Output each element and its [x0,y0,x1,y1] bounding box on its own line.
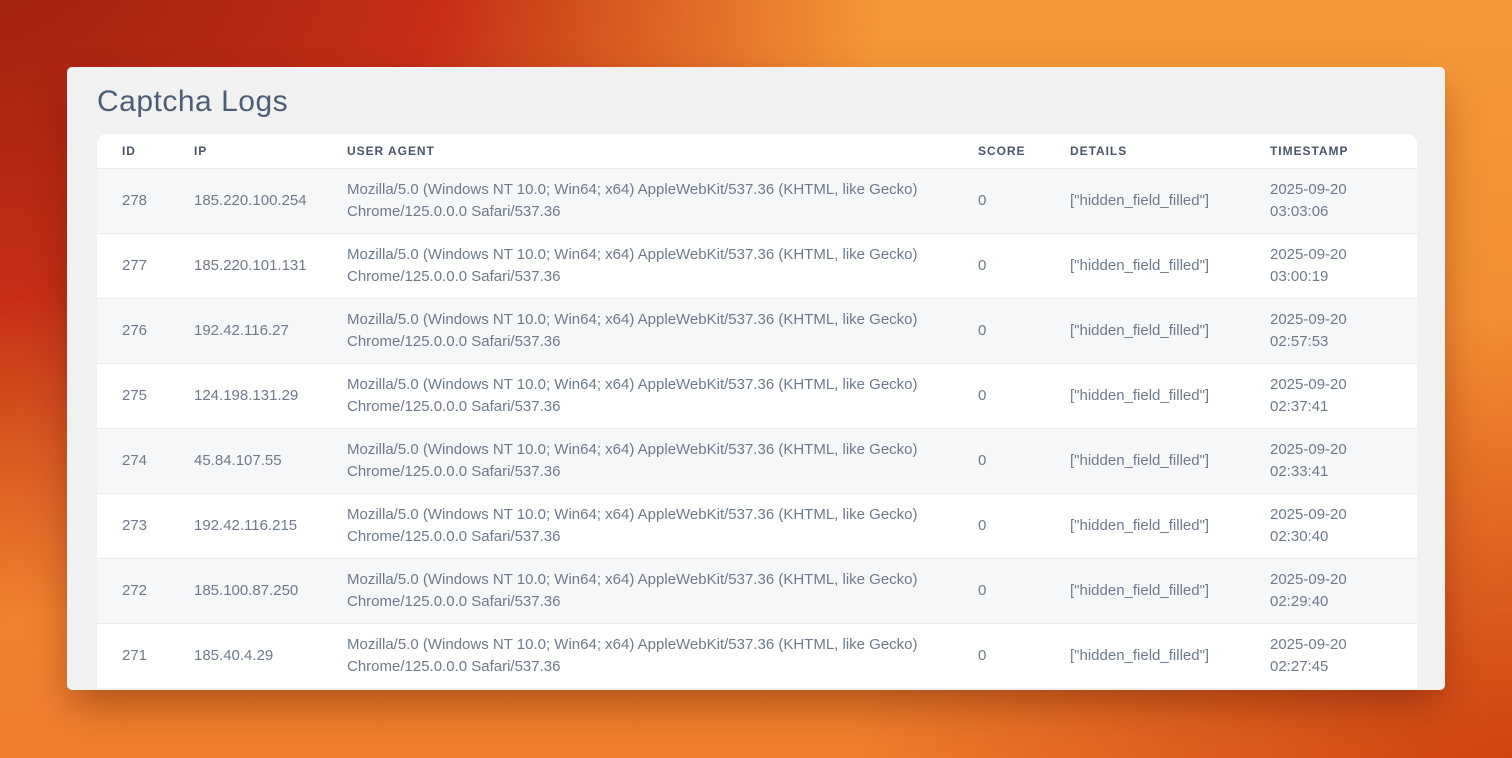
cell-user_agent: Mozilla/5.0 (Windows NT 10.0; Win64; x64… [347,234,978,299]
cell-timestamp: 2025-09-20 02:27:45 [1270,624,1417,689]
cell-ip: 185.220.100.254 [194,169,347,234]
column-header-user_agent: USER AGENT [347,134,978,169]
cell-timestamp: 2025-09-20 02:30:40 [1270,494,1417,559]
table-body: 278185.220.100.254Mozilla/5.0 (Windows N… [97,169,1417,689]
cell-score: 0 [978,429,1070,494]
cell-user_agent: Mozilla/5.0 (Windows NT 10.0; Win64; x64… [347,494,978,559]
captcha-logs-card: Captcha Logs IDIPUSER AGENTSCOREDETAILST… [67,67,1445,690]
cell-ip: 45.84.107.55 [194,429,347,494]
column-header-score: SCORE [978,134,1070,169]
table-header-row: IDIPUSER AGENTSCOREDETAILSTIMESTAMP [97,134,1417,169]
cell-score: 0 [978,624,1070,689]
table-row: 276192.42.116.27Mozilla/5.0 (Windows NT … [97,299,1417,364]
cell-ip: 185.220.101.131 [194,234,347,299]
cell-timestamp: 2025-09-20 02:33:41 [1270,429,1417,494]
cell-id: 273 [97,494,194,559]
cell-user_agent: Mozilla/5.0 (Windows NT 10.0; Win64; x64… [347,624,978,689]
cell-details: ["hidden_field_filled"] [1070,169,1270,234]
cell-ip: 192.42.116.27 [194,299,347,364]
cell-details: ["hidden_field_filled"] [1070,429,1270,494]
table-row: 278185.220.100.254Mozilla/5.0 (Windows N… [97,169,1417,234]
cell-user_agent: Mozilla/5.0 (Windows NT 10.0; Win64; x64… [347,299,978,364]
cell-id: 278 [97,169,194,234]
cell-score: 0 [978,169,1070,234]
cell-ip: 185.40.4.29 [194,624,347,689]
cell-details: ["hidden_field_filled"] [1070,624,1270,689]
logs-table-container: IDIPUSER AGENTSCOREDETAILSTIMESTAMP 2781… [97,134,1417,688]
cell-score: 0 [978,494,1070,559]
cell-details: ["hidden_field_filled"] [1070,559,1270,624]
cell-id: 274 [97,429,194,494]
cell-score: 0 [978,559,1070,624]
cell-score: 0 [978,364,1070,429]
cell-id: 276 [97,299,194,364]
cell-user_agent: Mozilla/5.0 (Windows NT 10.0; Win64; x64… [347,364,978,429]
table-row: 273192.42.116.215Mozilla/5.0 (Windows NT… [97,494,1417,559]
cell-timestamp: 2025-09-20 02:37:41 [1270,364,1417,429]
page-title: Captcha Logs [97,83,1417,121]
cell-id: 277 [97,234,194,299]
page-background: Captcha Logs IDIPUSER AGENTSCOREDETAILST… [0,0,1512,758]
cell-score: 0 [978,299,1070,364]
cell-details: ["hidden_field_filled"] [1070,494,1270,559]
table-row: 27445.84.107.55Mozilla/5.0 (Windows NT 1… [97,429,1417,494]
cell-user_agent: Mozilla/5.0 (Windows NT 10.0; Win64; x64… [347,429,978,494]
table-row: 272185.100.87.250Mozilla/5.0 (Windows NT… [97,559,1417,624]
cell-timestamp: 2025-09-20 02:29:40 [1270,559,1417,624]
cell-id: 272 [97,559,194,624]
table-row: 275124.198.131.29Mozilla/5.0 (Windows NT… [97,364,1417,429]
column-header-ip: IP [194,134,347,169]
cell-id: 271 [97,624,194,689]
cell-user_agent: Mozilla/5.0 (Windows NT 10.0; Win64; x64… [347,559,978,624]
table-row: 271185.40.4.29Mozilla/5.0 (Windows NT 10… [97,624,1417,689]
cell-timestamp: 2025-09-20 03:03:06 [1270,169,1417,234]
cell-timestamp: 2025-09-20 03:00:19 [1270,234,1417,299]
cell-details: ["hidden_field_filled"] [1070,299,1270,364]
column-header-timestamp: TIMESTAMP [1270,134,1417,169]
cell-ip: 185.100.87.250 [194,559,347,624]
table-row: 277185.220.101.131Mozilla/5.0 (Windows N… [97,234,1417,299]
cell-ip: 192.42.116.215 [194,494,347,559]
column-header-details: DETAILS [1070,134,1270,169]
cell-timestamp: 2025-09-20 02:57:53 [1270,299,1417,364]
cell-details: ["hidden_field_filled"] [1070,364,1270,429]
table-head: IDIPUSER AGENTSCOREDETAILSTIMESTAMP [97,134,1417,169]
cell-id: 275 [97,364,194,429]
cell-ip: 124.198.131.29 [194,364,347,429]
cell-user_agent: Mozilla/5.0 (Windows NT 10.0; Win64; x64… [347,169,978,234]
logs-table: IDIPUSER AGENTSCOREDETAILSTIMESTAMP 2781… [97,134,1417,688]
cell-score: 0 [978,234,1070,299]
column-header-id: ID [97,134,194,169]
cell-details: ["hidden_field_filled"] [1070,234,1270,299]
